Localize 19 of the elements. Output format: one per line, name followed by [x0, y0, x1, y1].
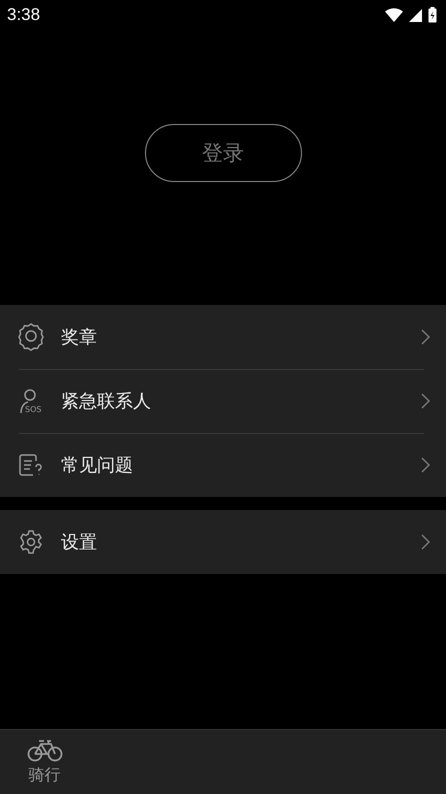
menu-item[interactable]: 常见问题 [0, 433, 446, 497]
document-question-icon [19, 454, 43, 476]
nav-tab[interactable]: 骑行 [0, 730, 89, 794]
menu-item[interactable]: SOS 紧急联系人 [0, 369, 446, 433]
battery-icon [428, 7, 437, 23]
settings-icon [19, 530, 43, 554]
chevron-right-icon [421, 457, 430, 473]
sos-text: SOS [25, 405, 42, 414]
bicycle-icon [26, 738, 62, 762]
signal-icon [409, 8, 422, 22]
chevron-right-icon [421, 393, 430, 409]
menu-item[interactable]: 设置 [0, 510, 446, 574]
menu-item[interactable]: 奖章 [0, 305, 446, 369]
status-time: 3:38 [7, 5, 40, 25]
medal-icon [18, 323, 44, 351]
chevron-right-icon [421, 534, 430, 550]
login-button[interactable]: 登录 [144, 124, 302, 182]
wifi-icon [385, 8, 403, 22]
chevron-right-icon [421, 329, 430, 345]
